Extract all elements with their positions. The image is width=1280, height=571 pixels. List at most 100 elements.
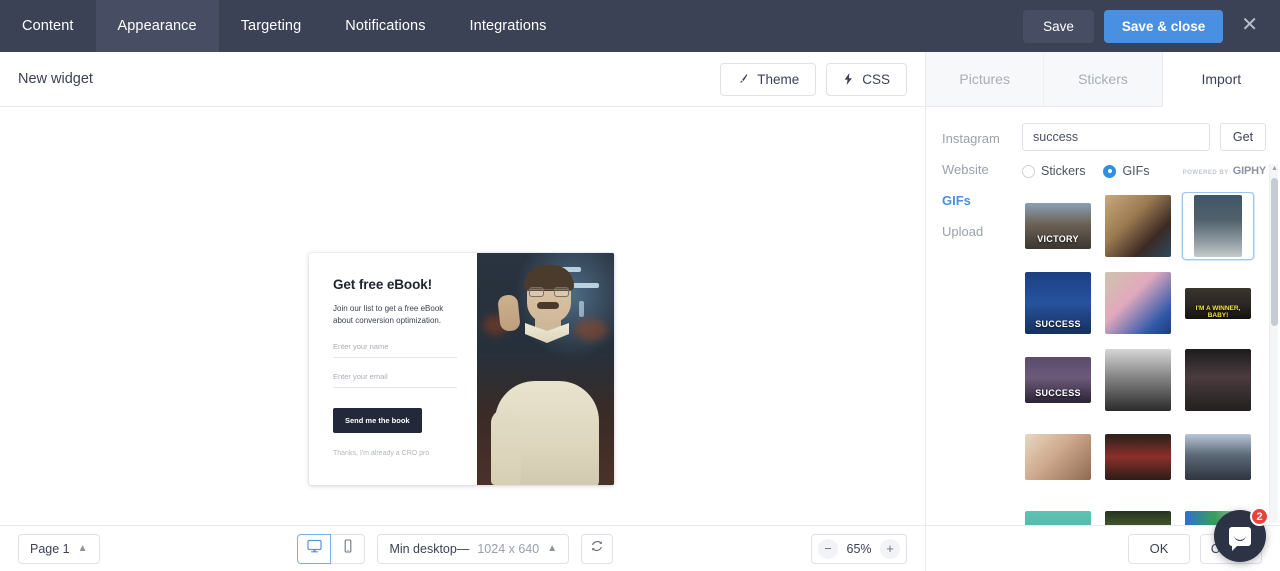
- widget-email-input[interactable]: Enter your email: [333, 372, 457, 388]
- refresh-icon: [590, 539, 604, 558]
- zoom-out-button[interactable]: −: [818, 538, 839, 559]
- top-nav-spacer: [569, 0, 1024, 52]
- device-mobile-button[interactable]: [331, 533, 366, 564]
- tab-content[interactable]: Content: [0, 0, 96, 52]
- gif-caption: SUCCESS: [1035, 319, 1081, 329]
- results-scrollbar[interactable]: ▲: [1269, 164, 1278, 523]
- search-row: Get: [1022, 123, 1266, 151]
- gif-result-item[interactable]: [1102, 500, 1174, 525]
- radio-stickers-label[interactable]: Stickers: [1041, 164, 1085, 178]
- page-selector-label: Page 1: [30, 541, 70, 556]
- gif-result-item-selected[interactable]: [1182, 192, 1254, 260]
- widget-decline-link[interactable]: Thanks, I'm already a CRO pro: [333, 450, 457, 457]
- source-item-upload[interactable]: Upload: [942, 216, 1022, 247]
- scrollbar-thumb[interactable]: [1271, 178, 1278, 326]
- widget-image-side: [477, 253, 614, 485]
- tab-stickers[interactable]: Stickers: [1043, 52, 1162, 107]
- save-and-close-button[interactable]: Save & close: [1103, 9, 1224, 43]
- theme-button[interactable]: Theme: [720, 62, 817, 96]
- editor-header-buttons: Theme CSS: [720, 62, 907, 96]
- top-nav-tabs: Content Appearance Targeting Notificatio…: [0, 0, 569, 52]
- gif-result-item[interactable]: [1102, 423, 1174, 491]
- close-icon[interactable]: ✕: [1233, 11, 1266, 42]
- media-source-list: Instagram Website GIFs Upload: [926, 107, 1022, 525]
- media-picker-panel: Pictures Stickers Import Instagram Websi…: [925, 52, 1280, 571]
- ok-button[interactable]: OK: [1128, 533, 1190, 564]
- gif-result-item[interactable]: [1022, 500, 1094, 525]
- device-desktop-button[interactable]: [297, 533, 332, 564]
- gif-result-item[interactable]: [1102, 192, 1174, 260]
- editor-body: New widget Theme CSS Get free eBook! Joi…: [0, 52, 1280, 571]
- gif-result-item[interactable]: [1102, 346, 1174, 414]
- widget-form-side: Get free eBook! Join our list to get a f…: [309, 253, 477, 485]
- widget-preview-card[interactable]: Get free eBook! Join our list to get a f…: [309, 253, 614, 485]
- gif-caption: VICTORY: [1037, 233, 1079, 244]
- radio-gifs[interactable]: [1103, 164, 1117, 178]
- gif-result-item[interactable]: [1102, 269, 1174, 337]
- theme-button-label: Theme: [757, 71, 800, 87]
- chat-icon: [1229, 526, 1251, 551]
- media-type-radio-group: Stickers GIFs POWERED BY GIPHY: [1022, 164, 1266, 178]
- gif-result-item[interactable]: [1182, 346, 1254, 414]
- radio-stickers[interactable]: [1022, 164, 1035, 178]
- refresh-button[interactable]: [581, 533, 614, 564]
- device-toggle-group: [297, 533, 366, 564]
- tab-appearance[interactable]: Appearance: [95, 0, 219, 52]
- editor-bottom-toolbar: Page 1 ▲ Min desktop— 1024 x 640 ▲ − 65%…: [0, 525, 925, 571]
- tab-targeting[interactable]: Targeting: [219, 0, 324, 52]
- source-item-instagram[interactable]: Instagram: [942, 123, 1022, 154]
- giphy-prefix: POWERED BY: [1182, 170, 1229, 176]
- gif-caption: I'M A WINNER, BABY!: [1195, 304, 1241, 319]
- editor-pane: New widget Theme CSS Get free eBook! Joi…: [0, 52, 925, 571]
- gif-results-grid: VICTORY SUCCESS I'M A WINNER, BABY! SUCC…: [1022, 192, 1266, 525]
- page-selector[interactable]: Page 1 ▲: [18, 533, 100, 564]
- widget-heading: Get free eBook!: [333, 277, 433, 292]
- gif-result-item[interactable]: [1182, 423, 1254, 491]
- media-picker-tabs: Pictures Stickers Import: [926, 52, 1280, 107]
- intercom-chat-button[interactable]: 2: [1214, 507, 1269, 562]
- source-item-website[interactable]: Website: [942, 154, 1022, 185]
- source-item-gifs[interactable]: GIFs: [942, 185, 1022, 216]
- widget-name-input[interactable]: Enter your name: [333, 342, 457, 358]
- gif-result-item[interactable]: SUCCESS: [1022, 269, 1094, 337]
- search-input[interactable]: [1022, 123, 1210, 151]
- brush-icon: [737, 73, 749, 85]
- chevron-up-icon: ▲: [547, 542, 558, 554]
- scrollbar-up-arrow[interactable]: ▲: [1271, 165, 1278, 172]
- widget-submit-button[interactable]: Send me the book: [333, 407, 422, 433]
- napoleon-dynamite-gif: [477, 253, 614, 485]
- gif-result-item[interactable]: SUCCESS: [1022, 346, 1094, 414]
- css-button-label: CSS: [862, 71, 890, 87]
- gif-result-item[interactable]: I'M A WINNER, BABY!: [1182, 269, 1254, 337]
- gif-result-item[interactable]: [1022, 423, 1094, 491]
- giphy-logo: GIPHY: [1232, 165, 1266, 177]
- tab-integrations[interactable]: Integrations: [448, 0, 569, 52]
- desktop-icon: [307, 539, 322, 558]
- get-button[interactable]: Get: [1220, 123, 1266, 151]
- css-button[interactable]: CSS: [826, 62, 907, 96]
- widget-subtext: Join our list to get a free eBook about …: [333, 304, 444, 326]
- gif-results-scroll-area[interactable]: VICTORY SUCCESS I'M A WINNER, BABY! SUCC…: [1022, 192, 1266, 525]
- tab-import[interactable]: Import: [1161, 52, 1280, 107]
- widget-canvas[interactable]: Get free eBook! Join our list to get a f…: [0, 107, 925, 525]
- chevron-up-icon: ▲: [77, 542, 88, 554]
- save-button[interactable]: Save: [1023, 9, 1094, 43]
- mobile-icon: [342, 539, 354, 558]
- viewport-selector[interactable]: Min desktop— 1024 x 640 ▲: [377, 533, 570, 564]
- top-navigation-bar: Content Appearance Targeting Notificatio…: [0, 0, 1280, 52]
- media-search-area: Get Stickers GIFs POWERED BY GIPHY: [1022, 107, 1280, 525]
- tab-notifications[interactable]: Notifications: [323, 0, 447, 52]
- radio-gifs-label[interactable]: GIFs: [1122, 164, 1149, 178]
- widget-editor-app: Content Appearance Targeting Notificatio…: [0, 0, 1280, 571]
- intercom-unread-badge: 2: [1250, 507, 1269, 526]
- page-title: New widget: [18, 71, 93, 87]
- zoom-in-button[interactable]: +: [880, 538, 901, 559]
- giphy-attribution: POWERED BY GIPHY: [1183, 165, 1266, 177]
- editor-header: New widget Theme CSS: [0, 52, 925, 107]
- tab-pictures[interactable]: Pictures: [926, 52, 1044, 107]
- gif-result-item[interactable]: VICTORY: [1022, 192, 1094, 260]
- media-picker-body: Instagram Website GIFs Upload Get Sticke…: [926, 107, 1280, 525]
- zoom-control-group: − 65% +: [811, 533, 908, 564]
- lightning-icon: [843, 73, 854, 85]
- top-nav-actions: Save Save & close ✕: [1023, 0, 1280, 52]
